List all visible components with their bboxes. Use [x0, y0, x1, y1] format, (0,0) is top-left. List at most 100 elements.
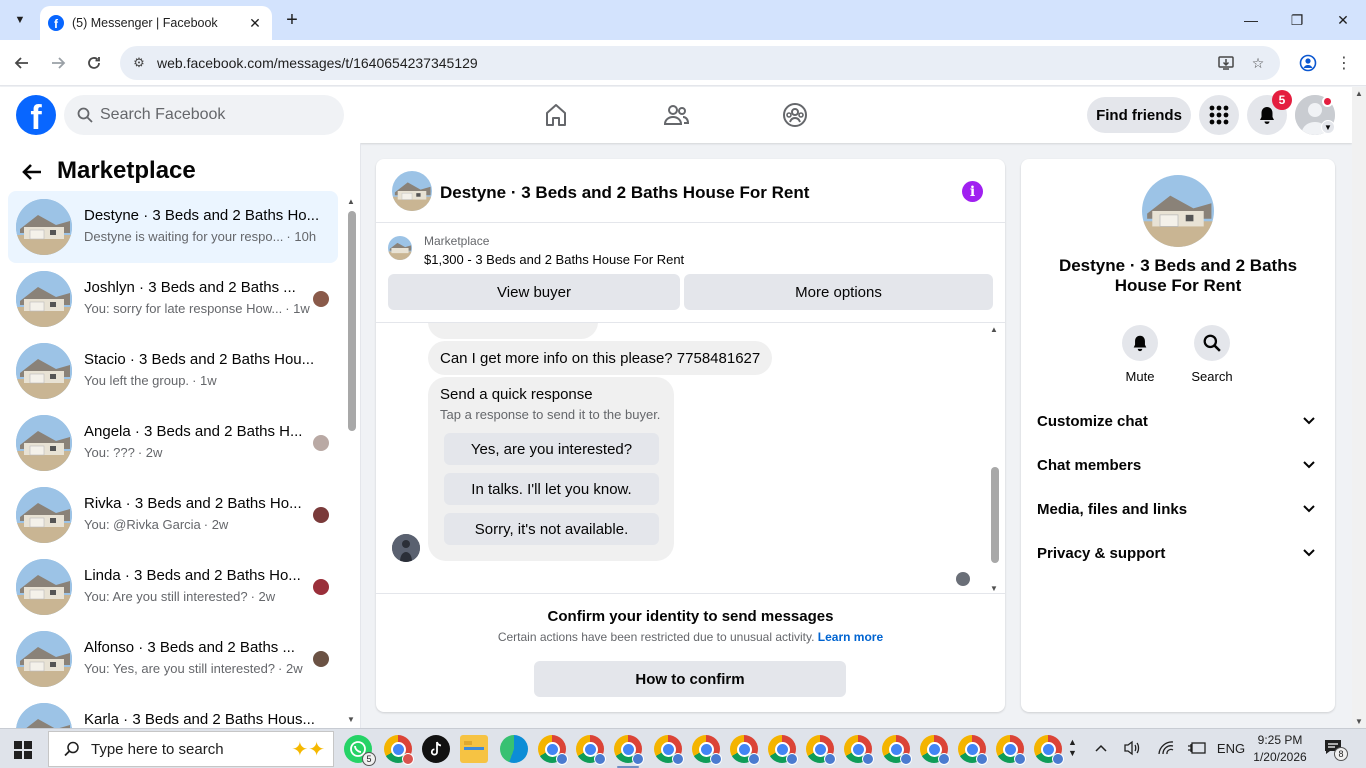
- copilot-sparkle-icon[interactable]: ✦✦: [291, 737, 325, 762]
- chevron-down-icon: [1299, 414, 1319, 428]
- facebook-search-input[interactable]: [100, 106, 330, 124]
- file-explorer-taskbar-icon[interactable]: [460, 735, 488, 763]
- battery-plug-icon[interactable]: [1186, 737, 1208, 759]
- media-files-links-section[interactable]: Media, files and links: [1037, 495, 1319, 523]
- account-chevron-down-icon[interactable]: ▼: [1321, 120, 1335, 134]
- conversation-item[interactable]: Destyne · 3 Beds and 2 Baths Ho... Desty…: [8, 191, 338, 263]
- quick-reply-in-talks[interactable]: In talks. I'll let you know.: [444, 473, 659, 505]
- browser-tab-messenger[interactable]: f (5) Messenger | Facebook ✕: [40, 6, 272, 40]
- chrome-profile-taskbar-icon[interactable]: [654, 735, 684, 765]
- mute-button[interactable]: [1122, 325, 1158, 361]
- conversation-item[interactable]: Stacio · 3 Beds and 2 Baths Hou... You l…: [8, 335, 338, 407]
- thread-scroll-down-icon[interactable]: ▼: [990, 584, 998, 593]
- taskbar-scroll-buttons[interactable]: ▲ ▼: [1068, 737, 1077, 759]
- wifi-icon[interactable]: [1156, 737, 1176, 759]
- taskbar-clock[interactable]: 9:25 PM 1/20/2026: [1240, 732, 1320, 766]
- conversation-item[interactable]: Alfonso · 3 Beds and 2 Baths ... You: Ye…: [8, 623, 338, 695]
- how-to-confirm-button[interactable]: How to confirm: [534, 661, 846, 697]
- window-minimize-button[interactable]: —: [1228, 0, 1274, 40]
- chrome-profile-taskbar-icon[interactable]: [920, 735, 950, 765]
- chrome-profile-taskbar-icon[interactable]: [614, 735, 644, 765]
- seen-avatar: [313, 651, 329, 667]
- address-bar[interactable]: ⚙ web.facebook.com/messages/t/1640654237…: [120, 46, 1280, 80]
- search-in-conversation-button[interactable]: [1194, 325, 1230, 361]
- details-listing-photo[interactable]: [1142, 175, 1214, 247]
- chrome-profile-taskbar-icon[interactable]: [1034, 735, 1064, 765]
- chrome-profile-taskbar-icon[interactable]: [996, 735, 1026, 765]
- quick-reply-interested[interactable]: Yes, are you interested?: [444, 433, 659, 465]
- conversation-item[interactable]: Joshlyn · 3 Beds and 2 Baths ... You: so…: [8, 263, 338, 335]
- nav-home[interactable]: [540, 99, 572, 131]
- quick-reply-not-available[interactable]: Sorry, it's not available.: [444, 513, 659, 545]
- conversation-item[interactable]: Karla · 3 Beds and 2 Baths Hous...: [8, 695, 338, 728]
- chrome-profile-taskbar-icon[interactable]: [844, 735, 874, 765]
- page-scrollbar[interactable]: ▲ ▼: [1352, 87, 1366, 728]
- facebook-search-box[interactable]: [64, 95, 344, 135]
- taskbar-search-box[interactable]: Type here to search ✦✦: [48, 731, 334, 767]
- search-action[interactable]: Search: [1182, 325, 1242, 384]
- quick-response-title: Send a quick response: [440, 386, 593, 403]
- page-scroll-down-icon[interactable]: ▼: [1355, 717, 1363, 726]
- view-buyer-button[interactable]: View buyer: [388, 274, 680, 310]
- tab-search-button[interactable]: ▼: [6, 7, 34, 33]
- nav-friends[interactable]: [660, 99, 692, 131]
- nav-groups[interactable]: [779, 99, 811, 131]
- window-restore-button[interactable]: ❐: [1274, 0, 1320, 40]
- chat-members-section[interactable]: Chat members: [1037, 451, 1319, 479]
- browser-menu-button[interactable]: ⋮: [1330, 49, 1358, 77]
- chrome-profile-taskbar-icon[interactable]: [958, 735, 988, 765]
- chrome-profile-taskbar-icon[interactable]: [538, 735, 568, 765]
- chrome-profile-taskbar-icon[interactable]: [576, 735, 606, 765]
- list-scroll-down-icon[interactable]: ▼: [347, 715, 355, 724]
- facebook-logo-icon[interactable]: f: [16, 95, 56, 135]
- chrome-profile-taskbar-icon[interactable]: [882, 735, 912, 765]
- new-tab-button[interactable]: +: [280, 8, 304, 32]
- chrome-profile-taskbar-icon[interactable]: [384, 735, 414, 765]
- mute-action[interactable]: Mute: [1110, 325, 1170, 384]
- whatsapp-taskbar-icon[interactable]: 5: [344, 735, 376, 766]
- edge-taskbar-icon[interactable]: [500, 735, 528, 763]
- conversation-item[interactable]: Linda · 3 Beds and 2 Baths Ho... You: Ar…: [8, 551, 338, 623]
- forward-button[interactable]: [44, 49, 72, 77]
- conversation-info-icon[interactable]: i: [962, 181, 983, 202]
- chat-listing-avatar[interactable]: [392, 171, 432, 211]
- show-hidden-icons-chevron-up-icon[interactable]: [1092, 737, 1110, 759]
- back-button[interactable]: [8, 49, 36, 77]
- chrome-profile-taskbar-icon[interactable]: [806, 735, 836, 765]
- list-scroll-thumb[interactable]: [348, 211, 356, 431]
- conversation-item[interactable]: Angela · 3 Beds and 2 Baths H... You: ??…: [8, 407, 338, 479]
- menu-grid-button[interactable]: [1199, 95, 1239, 135]
- tab-close-icon[interactable]: ✕: [246, 14, 264, 32]
- thread-scroll-thumb[interactable]: [991, 467, 999, 563]
- back-to-chats-button[interactable]: [16, 157, 48, 187]
- conversation-list-scrollbar[interactable]: ▲ ▼: [345, 195, 357, 728]
- bookmark-star-icon[interactable]: ☆: [1248, 53, 1268, 73]
- volume-icon[interactable]: [1122, 737, 1142, 759]
- thread-scroll-up-icon[interactable]: ▲: [990, 325, 998, 334]
- install-app-icon[interactable]: [1216, 53, 1236, 73]
- chat-title[interactable]: Destyne · 3 Beds and 2 Baths House For R…: [440, 183, 809, 203]
- windows-start-button[interactable]: [8, 739, 38, 761]
- notification-center-button[interactable]: 8: [1324, 739, 1348, 761]
- customize-chat-section[interactable]: Customize chat: [1037, 407, 1319, 435]
- chrome-profile-taskbar-icon[interactable]: [768, 735, 798, 765]
- site-info-icon[interactable]: ⚙: [130, 54, 148, 72]
- tiktok-taskbar-icon[interactable]: [422, 735, 450, 763]
- list-scroll-up-icon[interactable]: ▲: [347, 197, 355, 206]
- chrome-profile-taskbar-icon[interactable]: [692, 735, 722, 765]
- conversation-item[interactable]: Rivka · 3 Beds and 2 Baths Ho... You: @R…: [8, 479, 338, 551]
- reload-button[interactable]: [80, 49, 108, 77]
- learn-more-link[interactable]: Learn more: [818, 630, 883, 644]
- listing-description[interactable]: $1,300 - 3 Beds and 2 Baths House For Re…: [424, 252, 684, 267]
- chrome-profile-taskbar-icon[interactable]: [730, 735, 760, 765]
- sender-avatar[interactable]: [392, 534, 420, 562]
- marketplace-conversations-panel: Marketplace Destyne · 3 Beds and 2 Baths…: [0, 143, 361, 728]
- quick-response-subtitle: Tap a response to send it to the buyer.: [440, 407, 661, 422]
- more-options-button[interactable]: More options: [684, 274, 993, 310]
- profile-button[interactable]: [1294, 49, 1322, 77]
- message-thread-scrollbar[interactable]: ▲ ▼: [988, 323, 1002, 593]
- page-scroll-up-icon[interactable]: ▲: [1355, 89, 1363, 98]
- privacy-support-section[interactable]: Privacy & support: [1037, 539, 1319, 567]
- find-friends-button[interactable]: Find friends: [1087, 97, 1191, 133]
- window-close-button[interactable]: ✕: [1320, 0, 1366, 40]
